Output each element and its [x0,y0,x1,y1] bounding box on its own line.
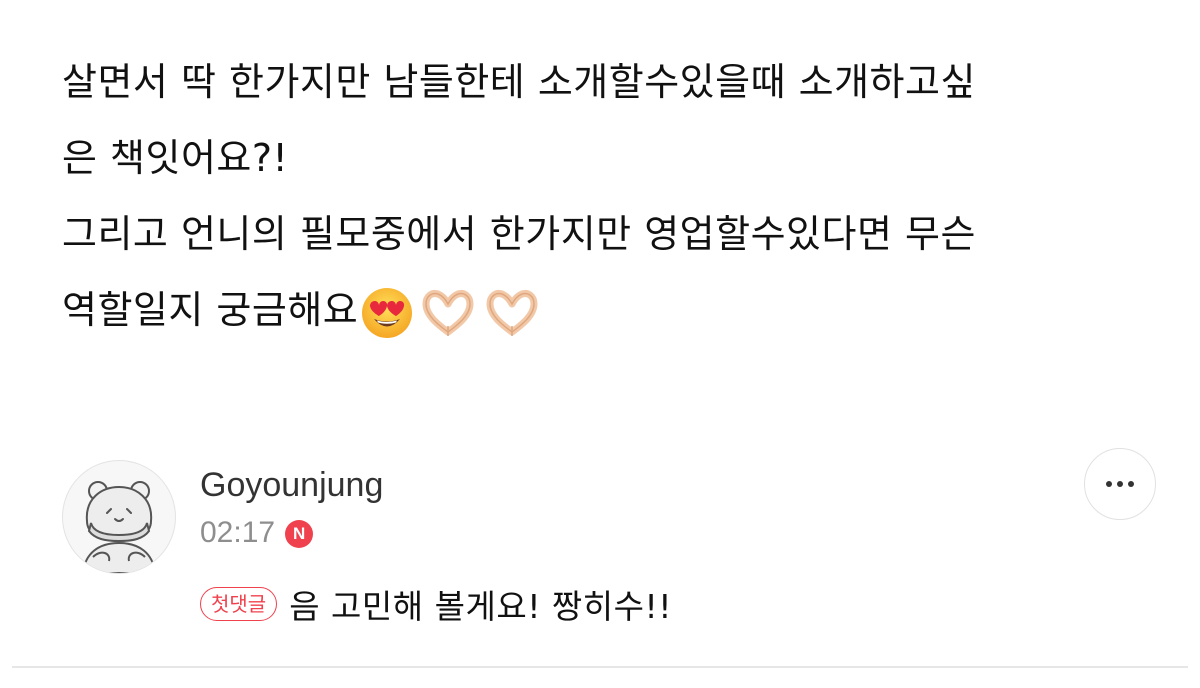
comment-text: 음 고민해 볼게요! 짱히수!! [289,587,672,626]
heart-eyes-emoji-icon [362,287,413,338]
heart-hands-emoji-icon [486,289,538,336]
comment-meta: 02:17 N [200,516,314,550]
question-line-4-text: 역할일지 궁금해요 [62,288,359,332]
question-line-1: 살면서 딱 한가지만 남들한테 소개할수있을때 소개하고싶 [62,60,976,104]
character-avatar-icon [81,481,157,573]
heart-hands-emoji-icon [422,289,474,336]
comment-author[interactable]: Goyounjung [200,466,383,505]
comment-time: 02:17 [200,516,276,549]
question-line-4: 역할일지 궁금해요 [62,272,1162,348]
new-badge: N [285,520,314,548]
divider [12,666,1188,668]
question-line-3: 그리고 언니의 필모중에서 한가지만 영업할수있다면 무슨 [62,212,976,256]
avatar[interactable] [62,460,176,574]
comment: Goyounjung 02:17 N 첫댓글 음 고민해 볼게요! 짱히수!! [62,460,1162,650]
more-options-button[interactable] [1084,448,1156,520]
more-horizontal-icon [1106,481,1134,487]
comment-body: 첫댓글 음 고민해 볼게요! 짱히수!! [200,580,672,628]
question-line-2: 은 책잇어요?! [62,136,289,180]
emoji-row [360,286,542,340]
question-text: 살면서 딱 한가지만 남들한테 소개할수있을때 소개하고싶 은 책잇어요?! 그… [62,44,1162,348]
first-comment-tag: 첫댓글 [200,587,278,621]
